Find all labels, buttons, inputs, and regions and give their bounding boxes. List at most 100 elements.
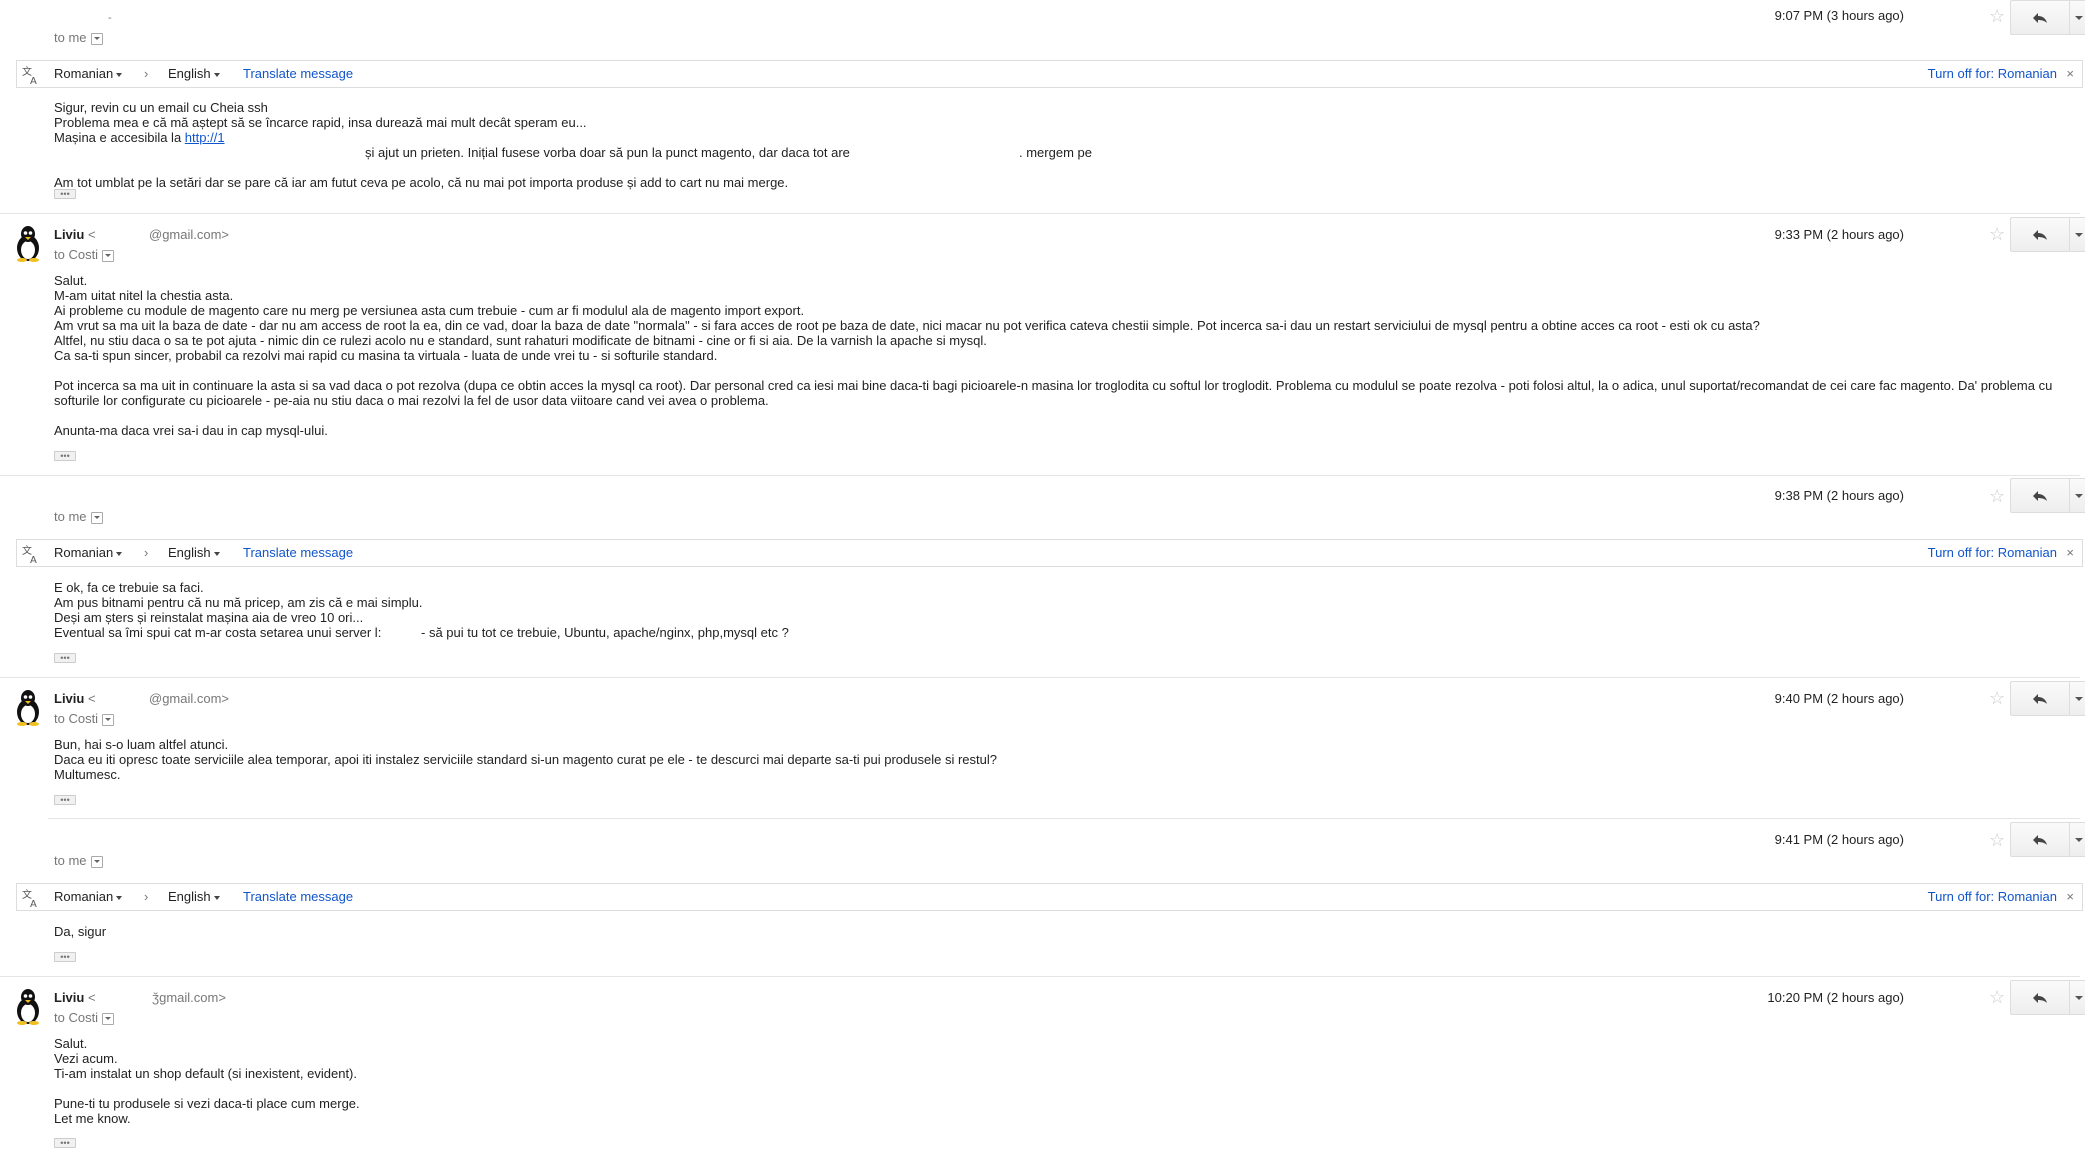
show-trimmed-content-button[interactable]: ••• [54,653,76,663]
recipient-line[interactable]: to me [54,853,103,868]
details-dropdown-icon[interactable] [102,713,115,726]
avatar [17,989,39,1025]
reply-icon [2033,229,2047,240]
chevron-down-icon [2075,232,2083,237]
message-time: 9:07 PM (3 hours ago) [1774,8,1904,23]
source-language-select[interactable]: Romanian [54,889,123,904]
translate-message-link[interactable]: Translate message [243,545,353,560]
translate-icon: 文A [22,888,37,908]
details-dropdown-icon[interactable] [90,511,103,524]
more-button[interactable] [2070,981,2085,1014]
turn-off-translation-link[interactable]: Turn off for: Romanian [1928,889,2057,904]
translate-bar: 文A Romanian › English Translate message … [16,539,2083,567]
source-language-select[interactable]: Romanian [54,545,123,560]
translate-message-link[interactable]: Translate message [243,889,353,904]
details-dropdown-icon[interactable] [90,32,103,45]
chevron-down-icon [2075,837,2083,842]
message-divider [0,976,2080,977]
message-body: E ok, fa ce trebuie sa faci. Am pus bitn… [54,580,789,640]
star-icon[interactable]: ☆ [1989,7,2005,25]
sender-email: @gmail.com> [149,691,230,706]
more-button[interactable] [2070,823,2085,856]
star-icon[interactable]: ☆ [1989,689,2005,707]
sender-line: Liviu < [54,990,96,1005]
recipient-line[interactable]: to Costi [54,1010,115,1025]
chevron-down-icon [213,72,220,77]
star-icon[interactable]: ☆ [1989,225,2005,243]
chevron-down-icon [2075,995,2083,1000]
arrow-icon: › [144,66,149,81]
target-language-select[interactable]: English [168,66,220,81]
star-icon[interactable]: ☆ [1989,988,2005,1006]
message-time: 10:20 PM (2 hours ago) [1767,990,1904,1005]
star-icon[interactable]: ☆ [1989,831,2005,849]
show-trimmed-content-button[interactable]: ••• [54,795,76,805]
sender-email: ǯgmail.com> [152,990,226,1005]
chevron-down-icon [213,551,220,556]
chevron-down-icon [2075,493,2083,498]
message-body: Salut. M-am uitat nitel la chestia asta.… [54,273,2053,438]
reply-button[interactable] [2011,682,2070,715]
reply-button[interactable] [2011,1,2070,34]
translate-icon: 文A [22,544,37,564]
recipient-line[interactable]: to me [54,30,103,45]
more-button[interactable] [2070,682,2085,715]
turn-off-translation-link[interactable]: Turn off for: Romanian [1928,545,2057,560]
message-time: 9:38 PM (2 hours ago) [1774,488,1904,503]
target-language-select[interactable]: English [168,889,220,904]
reply-button[interactable] [2011,981,2070,1014]
avatar [17,690,39,726]
reply-icon [2033,834,2047,845]
sender-tail: - [108,12,112,24]
chevron-down-icon [116,72,123,77]
reply-button-group [2010,217,2085,252]
details-dropdown-icon[interactable] [102,1012,115,1025]
close-icon[interactable]: × [2066,889,2074,904]
show-trimmed-content-button[interactable]: ••• [54,189,76,199]
target-language-select[interactable]: English [168,545,220,560]
reply-button[interactable] [2011,823,2070,856]
details-dropdown-icon[interactable] [102,249,115,262]
reply-button[interactable] [2011,479,2070,512]
message-divider [0,475,2080,476]
recipient-line[interactable]: to Costi [54,711,115,726]
arrow-icon: › [144,545,149,560]
reply-icon [2033,992,2047,1003]
reply-icon [2033,12,2047,23]
source-language-select[interactable]: Romanian [54,66,123,81]
show-trimmed-content-button[interactable]: ••• [54,451,76,461]
recipient-line[interactable]: to me [54,509,103,524]
translate-message-link[interactable]: Translate message [243,66,353,81]
message-body: Da, sigur [54,924,107,939]
show-trimmed-content-button[interactable]: ••• [54,1138,76,1148]
chevron-down-icon [116,895,123,900]
reply-button-group [2010,681,2085,716]
reply-button-group [2010,980,2085,1015]
svg-text:A: A [30,555,37,564]
reply-icon [2033,693,2047,704]
details-dropdown-icon[interactable] [90,855,103,868]
reply-button-group [2010,478,2085,513]
reply-icon [2033,490,2047,501]
chevron-down-icon [213,895,220,900]
message-body: Sigur, revin cu un email cu Cheia ssh Pr… [54,100,1092,190]
machine-link[interactable]: http://1 [185,130,225,145]
more-button[interactable] [2070,218,2085,251]
more-button[interactable] [2070,1,2085,34]
message-time: 9:41 PM (2 hours ago) [1774,832,1904,847]
close-icon[interactable]: × [2066,66,2074,81]
more-button[interactable] [2070,479,2085,512]
sender-line: Liviu < [54,691,96,706]
chevron-down-icon [2075,15,2083,20]
star-icon[interactable]: ☆ [1989,487,2005,505]
reply-button-group [2010,0,2085,35]
message-divider [0,213,2080,214]
message-divider [48,818,2080,819]
close-icon[interactable]: × [2066,545,2074,560]
recipient-line[interactable]: to Costi [54,247,115,262]
chevron-down-icon [116,551,123,556]
show-trimmed-content-button[interactable]: ••• [54,952,76,962]
reply-button[interactable] [2011,218,2070,251]
sender-email: @gmail.com> [149,227,230,242]
turn-off-translation-link[interactable]: Turn off for: Romanian [1928,66,2057,81]
